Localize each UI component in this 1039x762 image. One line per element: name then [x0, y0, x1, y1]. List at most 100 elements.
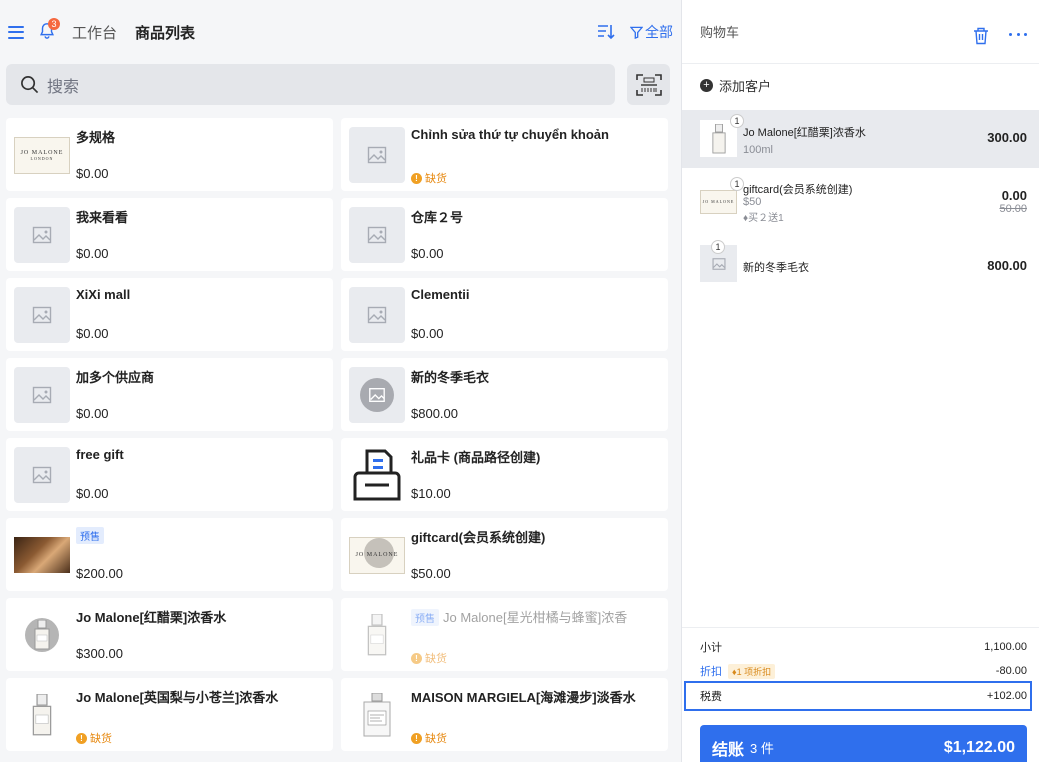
product-card[interactable]: 仓库２号 $0.00 [341, 198, 668, 271]
product-card[interactable]: Chỉnh sửa thứ tự chuyển khoản ! 缺货 [341, 118, 668, 191]
search-input[interactable]: 搜索 [6, 64, 615, 105]
product-name: 多规格 [76, 130, 116, 145]
image-placeholder-icon [14, 287, 70, 343]
image-placeholder-icon [349, 207, 405, 263]
product-card[interactable]: free gift $0.00 [6, 438, 333, 511]
massage-photo [14, 537, 70, 573]
cart-panel: 购物车 + 添加客户 1 Jo Malone[红醋栗]浓香水 100ml 300… [681, 0, 1039, 762]
product-image [14, 527, 70, 583]
cart-item-variant: 100ml [743, 144, 773, 156]
more-icon[interactable] [1009, 33, 1027, 37]
product-card[interactable]: 礼品卡 (商品路径创建) $10.00 [341, 438, 668, 511]
search-icon [21, 76, 39, 94]
product-name: free gift [76, 447, 124, 462]
image-placeholder-icon [360, 378, 394, 412]
product-name: 预售 Jo Malone[星光柑橘与蜂蜜]浓香 [411, 607, 627, 626]
cart-item[interactable]: JO MALONE 1 giftcard(会员系统创建) $50 ♦买２送1 0… [682, 168, 1039, 230]
discount-tag: ♦1 项折扣 [728, 663, 776, 679]
product-card[interactable]: JO MALONE LONDON 多规格 $0.00 [6, 118, 333, 191]
product-price: $800.00 [411, 406, 458, 421]
product-card[interactable]: Jo Malone[英国梨与小苍兰]浓香水 ! 缺货 [6, 678, 333, 751]
filter-button[interactable]: 全部 [630, 22, 673, 42]
image-placeholder-icon [14, 207, 70, 263]
product-panel: 3 工作台 商品列表 全部 搜索 JO MALONE LONDON 多规格 $0.… [0, 0, 681, 762]
product-price: $200.00 [76, 566, 123, 581]
bottle-icon [34, 620, 50, 650]
tax-row[interactable]: 税费 +102.00 [700, 688, 1027, 704]
product-card[interactable]: 预售 Jo Malone[星光柑橘与蜂蜜]浓香 ! 缺货 [341, 598, 668, 671]
sort-icon[interactable] [596, 22, 616, 42]
cart-item-original-price: 50.00 [999, 203, 1027, 215]
bottle-icon [367, 614, 387, 656]
discount-label: 折扣 [700, 666, 722, 678]
out-of-stock-badge: ! 缺货 [411, 650, 447, 666]
subtotal-label: 小计 [700, 642, 722, 654]
product-card[interactable]: Jo Malone[红醋栗]浓香水 $300.00 [6, 598, 333, 671]
subtotal-row: 小计 1,100.00 [700, 639, 1027, 655]
product-name: 礼品卡 (商品路径创建) [411, 450, 541, 465]
printer-icon [349, 447, 405, 503]
jo-malone-label-image: JO MALONE [349, 536, 405, 574]
jo-malone-label-image: JO MALONE [700, 189, 737, 214]
product-image [349, 687, 405, 743]
product-price: $0.00 [76, 406, 109, 421]
checkout-button[interactable]: 结账 3 件 $1,122.00 [700, 725, 1027, 762]
cart-item-price: 0.00 [1001, 188, 1027, 203]
scan-button[interactable] [627, 64, 670, 105]
warning-icon: ! [411, 652, 422, 664]
image-placeholder-icon [349, 127, 405, 183]
trash-icon[interactable] [973, 27, 989, 45]
cart-item-name: giftcard(会员系统创建) [743, 184, 853, 196]
product-price: $50.00 [411, 566, 451, 581]
product-card[interactable]: JO MALONE giftcard(会员系统创建) $50.00 [341, 518, 668, 591]
scan-icon [635, 73, 662, 96]
product-card[interactable]: 我来看看 $0.00 [6, 198, 333, 271]
product-card[interactable]: 预售 $200.00 [6, 518, 333, 591]
bottle-icon [711, 123, 726, 153]
product-price: $0.00 [76, 246, 109, 261]
product-name: Chỉnh sửa thứ tự chuyển khoản [411, 127, 609, 142]
product-image: JO MALONE [349, 527, 405, 583]
product-price: $300.00 [76, 646, 123, 661]
product-name: Jo Malone[红醋栗]浓香水 [76, 610, 227, 625]
tab-workbench[interactable]: 工作台 [72, 22, 117, 43]
notification-button[interactable]: 3 [38, 18, 60, 42]
warning-icon: ! [76, 732, 87, 744]
product-name: Clementii [411, 287, 470, 302]
quantity-badge: 1 [730, 114, 744, 128]
tax-value: +102.00 [986, 690, 1027, 702]
image-placeholder-icon [14, 367, 70, 423]
notification-badge: 3 [48, 18, 60, 30]
product-price: $0.00 [411, 246, 444, 261]
out-of-stock-badge: ! 缺货 [411, 170, 447, 186]
product-name: MAISON MARGIELA[海滩漫步]淡香水 [411, 690, 636, 705]
cart-item[interactable]: 1 Jo Malone[红醋栗]浓香水 100ml 300.00 [682, 110, 1039, 168]
cart-item-promo: ♦买２送1 [743, 213, 784, 224]
tab-product-list[interactable]: 商品列表 [135, 22, 195, 43]
out-of-stock-badge: ! 缺货 [76, 730, 112, 746]
product-price: $0.00 [76, 166, 109, 181]
product-image [349, 367, 405, 423]
bottle-icon [363, 693, 391, 737]
product-card[interactable]: XiXi mall $0.00 [6, 278, 333, 351]
product-name: giftcard(会员系统创建) [411, 530, 546, 545]
cart-header: 购物车 [682, 0, 1039, 64]
menu-icon[interactable] [8, 25, 24, 39]
product-name: XiXi mall [76, 287, 131, 302]
add-customer-button[interactable]: + 添加客户 [700, 76, 771, 95]
discount-row[interactable]: 折扣 ♦1 项折扣 -80.00 [700, 663, 1027, 679]
image-placeholder-icon [349, 287, 405, 343]
top-bar: 3 工作台 商品列表 全部 [0, 0, 681, 64]
bottle-icon [32, 694, 52, 736]
product-card[interactable]: Clementii $0.00 [341, 278, 668, 351]
product-name: 我来看看 [76, 210, 129, 225]
product-card[interactable]: MAISON MARGIELA[海滩漫步]淡香水 ! 缺货 [341, 678, 668, 751]
search-placeholder: 搜索 [47, 78, 80, 96]
cart-item[interactable]: 1 新的冬季毛衣 800.00 [682, 234, 1039, 290]
tax-label: 税费 [700, 691, 722, 703]
product-image: JO MALONE LONDON [14, 127, 70, 183]
checkout-total: $1,122.00 [943, 738, 1015, 756]
product-name: 预售 [76, 527, 108, 544]
product-card[interactable]: 加多个供应商 $0.00 [6, 358, 333, 431]
product-card[interactable]: 新的冬季毛衣 $800.00 [341, 358, 668, 431]
